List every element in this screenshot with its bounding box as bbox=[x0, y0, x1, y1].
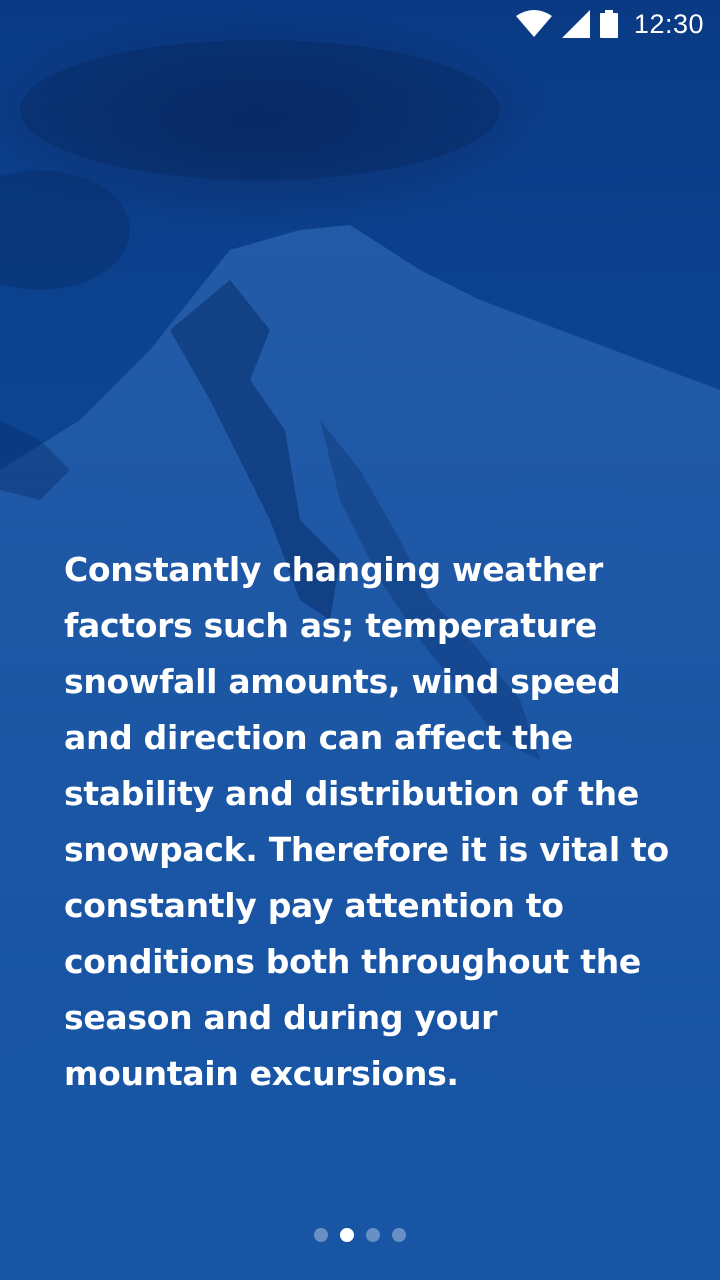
page-dot-2[interactable] bbox=[340, 1228, 354, 1242]
page-dot-4[interactable] bbox=[392, 1228, 406, 1242]
message-line: season and during your bbox=[64, 998, 498, 1037]
status-time: 12:30 bbox=[633, 8, 704, 39]
wifi-icon bbox=[515, 10, 552, 38]
message-line: stability and distribution of the bbox=[64, 774, 639, 813]
message-line: conditions both throughout the bbox=[64, 942, 641, 981]
message-line: snowpack. Therefore it is vital to bbox=[64, 830, 669, 869]
onboarding-message: Constantly changing weather factors such… bbox=[64, 542, 669, 1102]
page-dot-3[interactable] bbox=[366, 1228, 380, 1242]
battery-icon bbox=[599, 10, 618, 38]
message-line: constantly pay attention to bbox=[64, 886, 564, 925]
message-line: and direction can affect the bbox=[64, 718, 574, 757]
message-line: factors such as; temperature bbox=[64, 606, 597, 645]
message-line: Constantly changing weather bbox=[64, 550, 603, 589]
cell-signal-icon bbox=[561, 10, 590, 38]
status-bar: 12:30 bbox=[0, 0, 720, 48]
page-dot-1[interactable] bbox=[314, 1228, 328, 1242]
page-indicator bbox=[0, 1228, 720, 1242]
message-line: mountain excursions. bbox=[64, 1054, 459, 1093]
onboarding-screen: 12:30 Constantly changing weather factor… bbox=[0, 0, 720, 1280]
message-line: snowfall amounts, wind speed bbox=[64, 662, 621, 701]
